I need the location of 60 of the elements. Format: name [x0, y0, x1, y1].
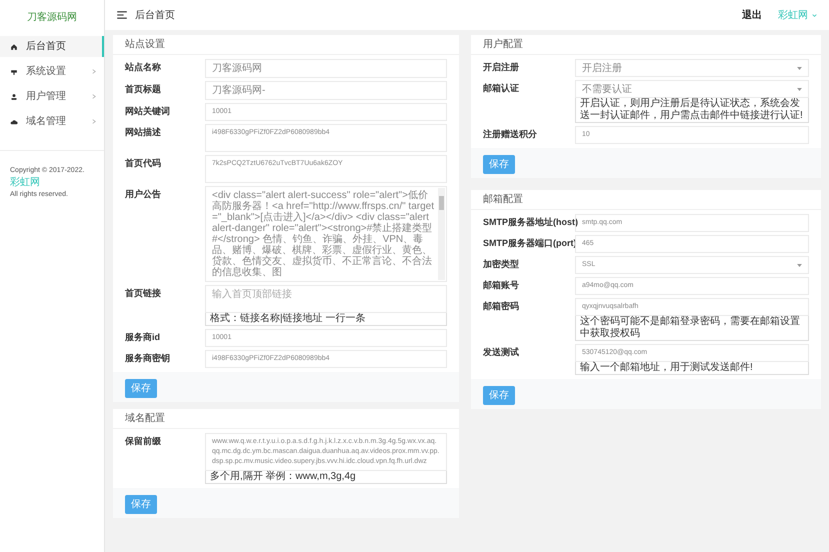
user-menu[interactable]: 彩虹网: [778, 8, 817, 22]
caret-icon: [797, 264, 802, 266]
field-label: 网站描述: [125, 126, 162, 138]
save-button[interactable]: 保存: [125, 379, 157, 398]
logo-image: 刀客源码网: [26, 10, 78, 24]
caret-icon: [797, 88, 802, 90]
cloud-icon: [10, 118, 18, 126]
card-title: 站点设置: [125, 38, 165, 52]
caret-icon: [812, 14, 817, 16]
sidebar-item[interactable]: 后台首页: [0, 36, 104, 57]
select-field[interactable]: 不需要认证: [575, 80, 809, 98]
text-field[interactable]: 刀客源码网: [205, 59, 447, 78]
field-label: SMTP服务器地址(host): [483, 216, 575, 228]
field-label: 服务商密钥: [125, 352, 171, 364]
menu-icon[interactable]: [117, 11, 127, 19]
field-label: 首页链接: [125, 287, 162, 299]
chevron-right-icon: [92, 94, 96, 99]
card-title: 域名配置: [125, 412, 165, 426]
help-text: 开启认证，则用户注册后是待认证状态，系统会发送一封认证邮件，用户需点击邮件中链接进行认证!: [575, 98, 809, 123]
help-text: 输入一个邮箱地址，用于测试发送邮件!: [575, 362, 809, 375]
card-title: 用户配置: [483, 38, 523, 52]
chevron-right-icon: [92, 69, 96, 74]
help-text: 格式：链接名称|链接地址 一行一条: [205, 313, 447, 326]
logout-link[interactable]: 退出: [742, 8, 762, 22]
sidebar-item[interactable]: 用户管理: [0, 86, 104, 107]
sidebar-item[interactable]: 域名管理: [0, 111, 104, 132]
field-label: 邮箱账号: [483, 279, 520, 291]
caret-icon: [797, 66, 802, 70]
copyright-link[interactable]: 彩虹网: [10, 177, 40, 188]
sidebar-item[interactable]: 系统设置: [0, 61, 104, 82]
user-icon: [10, 92, 18, 100]
save-button[interactable]: 保存: [483, 386, 515, 405]
save-button[interactable]: 保存: [483, 155, 515, 174]
card-title: 邮箱配置: [483, 192, 523, 207]
field-label: 首页标题: [125, 83, 162, 95]
help-text: 这个密码可能不是邮箱登录密码，需要在邮箱设置中获取授权码: [575, 316, 809, 341]
field-label: 加密类型: [483, 258, 520, 270]
field-label: 站点名称: [125, 61, 162, 73]
field-label: 网站关键词: [125, 105, 171, 117]
brush-icon: [10, 68, 18, 76]
chevron-right-icon: [92, 119, 96, 124]
text-field[interactable]: 刀客源码网-: [205, 81, 447, 100]
select-field[interactable]: 开启注册: [575, 59, 809, 77]
scrollbar-thumb[interactable]: [439, 196, 444, 210]
text-area[interactable]: 输入首页顶部链接: [205, 285, 447, 313]
field-label: 保留前缀: [125, 435, 162, 447]
field-label: 邮箱认证: [483, 82, 520, 94]
field-label: 首页代码: [125, 157, 162, 169]
scrollbar[interactable]: [438, 188, 445, 280]
save-button[interactable]: 保存: [125, 495, 157, 514]
field-label: 用户公告: [125, 188, 162, 200]
field-label: 注册赠送积分: [483, 128, 538, 140]
field-label: 发送测试: [483, 346, 520, 358]
help-text: 多个用,隔开 举例：www,m,3g,4g: [205, 471, 447, 484]
page-title: 后台首页: [135, 8, 176, 22]
field-label: 服务商id: [125, 331, 161, 343]
field-label: 开启注册: [483, 61, 520, 73]
text-area[interactable]: <div class="alert alert-success" role="alert">低价高防服务器！<a href="http://www.ffrsps.cn/" target="_blank">[点击进入]</a></div> <div class="alert alert-danger" role="alert"><strong>#禁止搭建类型#</strong> 色情、钓鱼、诈骗、外挂、VPN、毒品、赌博、爆破、棋牌、彩票、虚假行业、黄色、贷款、色情交友、虚拟货币、不正常言论、不合法的信息收集、图: [205, 186, 447, 282]
home-icon: [10, 42, 18, 50]
field-label: 邮箱密码: [483, 300, 520, 312]
